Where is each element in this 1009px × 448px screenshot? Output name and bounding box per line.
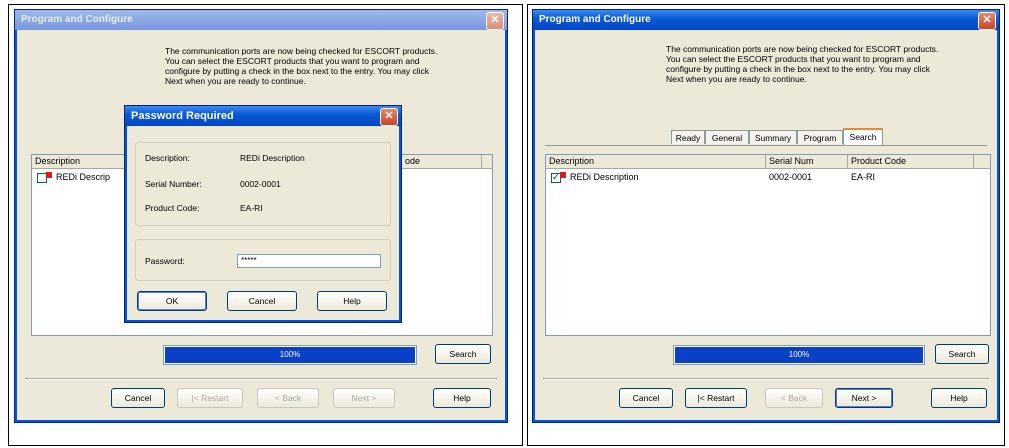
right-device-list[interactable]: Description Serial Num Product Code REDi… <box>545 154 991 336</box>
description-value: REDi Description <box>240 153 305 163</box>
password-input[interactable]: ***** <box>237 254 381 268</box>
device-icon <box>46 172 52 178</box>
left-cancel-button[interactable]: Cancel <box>111 388 165 408</box>
right-tab-strip: Ready General Summary Program Search <box>671 128 901 145</box>
left-back-button[interactable]: < Back <box>257 388 319 408</box>
password-ok-button[interactable]: OK <box>137 291 207 311</box>
right-instructions: The communication ports are now being ch… <box>666 44 939 84</box>
right-progress-bar: 100% <box>673 345 925 365</box>
right-separator <box>543 378 989 380</box>
password-dialog-titlebar: Password Required <box>125 106 401 126</box>
right-tab-baseline <box>545 145 987 146</box>
description-label: Description: <box>145 153 190 163</box>
left-window-titlebar: Program and Configure <box>15 10 507 30</box>
right-list-row[interactable]: REDi Description 0002-0001 EA-RI <box>546 171 990 183</box>
device-icon <box>560 172 566 178</box>
password-cancel-button[interactable]: Cancel <box>227 291 297 311</box>
serial-number-value: 0002-0001 <box>240 179 281 189</box>
right-next-button[interactable]: Next > <box>835 388 893 408</box>
tab-program[interactable]: Program <box>797 130 843 144</box>
product-code-label: Product Code: <box>145 203 200 213</box>
tab-general[interactable]: General <box>705 130 749 144</box>
right-help-button[interactable]: Help <box>931 388 987 408</box>
right-row-serial: 0002-0001 <box>769 172 813 182</box>
right-list-header: Description Serial Num Product Code <box>546 155 990 169</box>
left-separator <box>25 378 497 380</box>
left-window-title: Program and Configure <box>21 14 133 25</box>
product-code-value: EA-RI <box>240 203 263 213</box>
password-dialog-title: Password Required <box>131 110 234 122</box>
right-progress-text: 100% <box>788 350 810 359</box>
left-instructions: The communication ports are now being ch… <box>165 46 438 86</box>
right-search-button[interactable]: Search <box>935 344 989 364</box>
password-required-dialog: Password Required ✕ Description: REDi De… <box>124 105 402 323</box>
right-row-product: EA-RI <box>851 172 876 182</box>
serial-number-label: Serial Number: <box>145 179 202 189</box>
left-window-close-icon[interactable]: ✕ <box>486 12 504 30</box>
left-row-description: REDi Descrip <box>56 172 111 182</box>
right-cancel-button[interactable]: Cancel <box>619 388 673 408</box>
right-restart-button[interactable]: |< Restart <box>685 388 747 408</box>
right-window-title: Program and Configure <box>539 14 651 25</box>
password-help-button[interactable]: Help <box>317 291 387 311</box>
right-row-description: REDi Description <box>570 172 639 182</box>
left-progress-text: 100% <box>279 350 301 359</box>
left-progress-bar: 100% <box>163 345 417 365</box>
right-window-titlebar: Program and Configure <box>533 10 999 30</box>
right-col-serial-num[interactable]: Serial Num <box>766 155 848 168</box>
tab-ready[interactable]: Ready <box>671 130 705 144</box>
left-restart-button[interactable]: |< Restart <box>177 388 243 408</box>
left-search-button[interactable]: Search <box>435 344 491 364</box>
right-program-configure-window: Program and Configure ✕ The communicatio… <box>532 9 1000 423</box>
right-window-close-icon[interactable]: ✕ <box>978 12 996 30</box>
right-col-product-code[interactable]: Product Code <box>848 155 974 168</box>
left-next-button[interactable]: Next > <box>333 388 395 408</box>
left-col-product-code[interactable]: ode <box>402 155 482 168</box>
right-back-button[interactable]: < Back <box>765 388 823 408</box>
password-label: Password: <box>145 256 185 266</box>
tab-summary[interactable]: Summary <box>749 130 797 144</box>
tab-search[interactable]: Search <box>843 128 883 145</box>
right-col-description[interactable]: Description <box>546 155 766 168</box>
password-dialog-close-icon[interactable]: ✕ <box>380 108 398 126</box>
left-help-button[interactable]: Help <box>433 388 491 408</box>
